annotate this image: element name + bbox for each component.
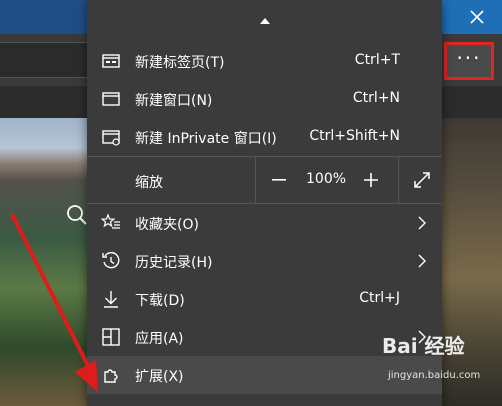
menu-item-shortcut: Ctrl+T xyxy=(354,52,400,68)
zoom-row: 缩放 100% xyxy=(87,157,442,203)
fullscreen-icon xyxy=(413,172,430,188)
watermark-brand: Bai 经验 xyxy=(382,334,465,358)
menu-item-label: 收藏夹(O) xyxy=(135,217,199,233)
apps-icon xyxy=(102,328,120,346)
menu-scroll-up-button[interactable] xyxy=(87,0,442,42)
caret-up-icon xyxy=(259,18,270,24)
favorites-icon xyxy=(101,213,120,229)
menu-item-new-window[interactable]: 新建窗口(N) Ctrl+N xyxy=(87,80,442,118)
watermark: Bai 经验 jingyan.baidu.com xyxy=(382,330,500,406)
chevron-right-icon xyxy=(418,216,426,230)
zoom-label: 缩放 xyxy=(135,175,163,191)
zoom-controls: 100% xyxy=(255,157,443,203)
menu-item-label: 新建窗口(N) xyxy=(135,93,213,109)
watermark-url: jingyan.baidu.com xyxy=(388,370,481,381)
menu-item-history[interactable]: 历史记录(H) xyxy=(87,242,442,280)
plus-icon xyxy=(364,173,378,187)
menu-item-new-inprivate-window[interactable]: 新建 InPrivate 窗口(I) Ctrl+Shift+N xyxy=(87,118,442,156)
menu-item-shortcut: Ctrl+N xyxy=(352,90,400,106)
menu-item-label: 新建标签页(T) xyxy=(135,55,225,71)
minus-icon xyxy=(272,179,286,181)
menu-item-label: 下载(D) xyxy=(135,293,185,309)
page-header-strip-right xyxy=(442,86,502,118)
chevron-right-icon xyxy=(418,254,426,268)
history-icon xyxy=(102,251,120,269)
window-close-button[interactable] xyxy=(452,0,502,34)
menu-item-favorites[interactable]: 收藏夹(O) xyxy=(87,204,442,242)
address-bar[interactable] xyxy=(0,42,90,78)
menu-item-label: 历史记录(H) xyxy=(135,255,213,271)
download-icon xyxy=(104,291,118,308)
zoom-in-button[interactable] xyxy=(356,165,386,195)
extensions-icon xyxy=(104,369,118,383)
menu-item-shortcut: Ctrl+J xyxy=(359,290,400,306)
menu-item-downloads[interactable]: 下载(D) Ctrl+J xyxy=(87,280,442,318)
fullscreen-button[interactable] xyxy=(398,157,444,203)
menu-item-label: 扩展(X) xyxy=(135,369,184,385)
settings-and-more-button[interactable]: ··· xyxy=(444,42,494,80)
menu-item-shortcut: Ctrl+Shift+N xyxy=(309,128,400,144)
search-icon[interactable] xyxy=(66,204,88,230)
menu-item-label: 应用(A) xyxy=(135,331,184,347)
new-tab-icon xyxy=(102,54,120,68)
menu-item-label: 新建 InPrivate 窗口(I) xyxy=(135,131,277,147)
zoom-out-button[interactable] xyxy=(264,165,294,195)
page-background-image xyxy=(0,118,88,406)
tab-strip xyxy=(0,0,88,34)
menu-item-new-tab[interactable]: 新建标签页(T) Ctrl+T xyxy=(87,42,442,80)
page-header-strip xyxy=(0,86,88,118)
new-window-icon xyxy=(102,92,120,106)
zoom-value: 100% xyxy=(306,171,347,187)
more-icon: ··· xyxy=(456,46,482,70)
close-icon xyxy=(470,10,484,24)
inprivate-window-icon xyxy=(102,130,120,146)
